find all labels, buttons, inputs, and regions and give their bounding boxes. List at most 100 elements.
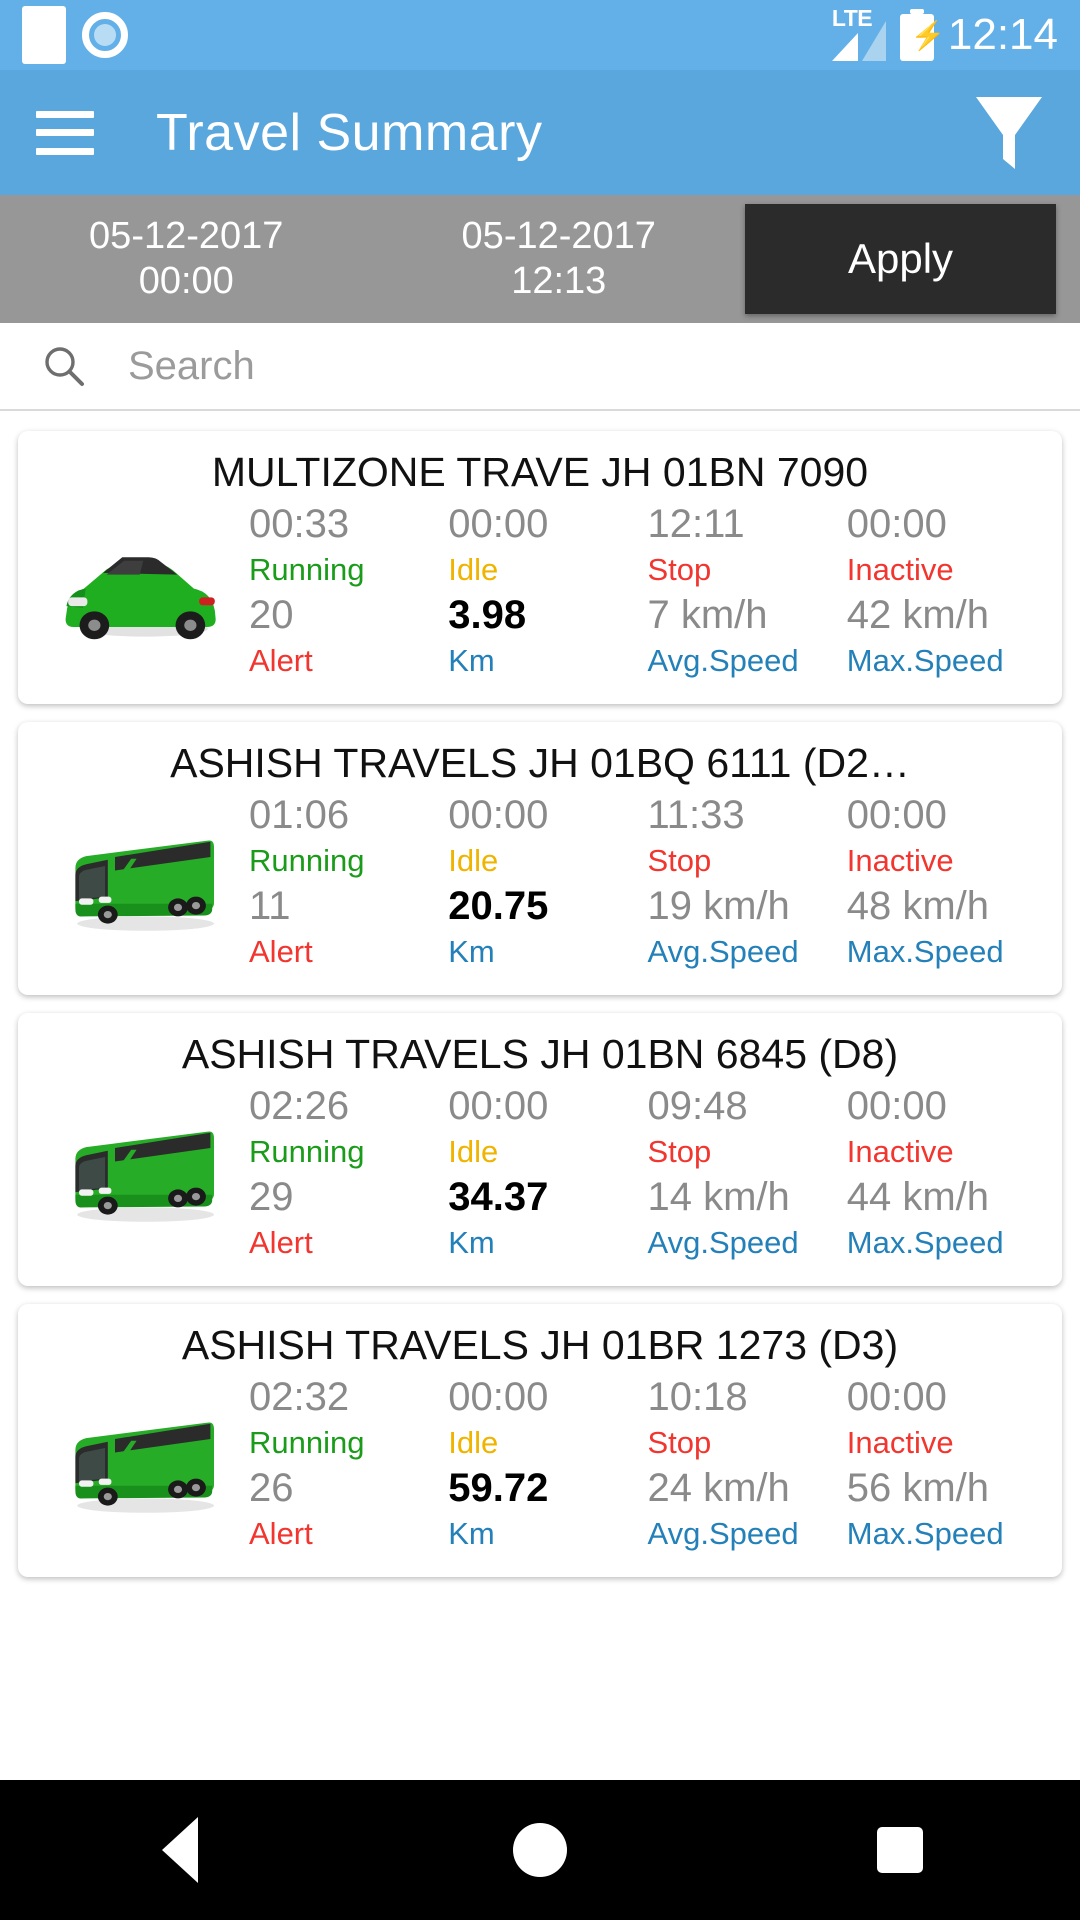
stat-alert-value: 26 — [249, 1466, 294, 1510]
stat-km-value: 34.37 — [448, 1175, 549, 1219]
stat-max-speed-value: 42 km/h — [846, 593, 990, 637]
to-date-picker[interactable]: 05-12-2017 12:13 — [373, 195, 746, 323]
status-bar: LTE ⚡ 12:14 — [0, 0, 1080, 70]
stat-inactive: 00:00 Inactive — [847, 1084, 1046, 1175]
stat-idle-value: 00:00 — [448, 792, 549, 837]
stat-running-label: Running — [249, 1133, 365, 1169]
stat-row-time: 02:26 Running 00:00 Idle 09:48 Stop 00:00 Inact… — [249, 1084, 1046, 1175]
search-input[interactable] — [128, 343, 1038, 389]
stat-inactive: 00:00 Inactive — [847, 502, 1046, 593]
stat-running-value: 02:32 — [249, 1374, 350, 1419]
stat-km-label: Km — [448, 1224, 495, 1260]
vehicle-title: MULTIZONE TRAVE JH 01BN 7090 — [211, 449, 869, 495]
stat-km: 34.37 Km — [448, 1175, 647, 1266]
stat-idle-value: 00:00 — [448, 1374, 549, 1419]
back-triangle-icon[interactable] — [105, 1780, 255, 1920]
vehicle-card[interactable]: ASHISH TRAVELS JH 01BN 6845 (D8) 02:26 Run… — [18, 1013, 1062, 1286]
stat-idle-label: Idle — [448, 842, 499, 878]
stat-avg-speed: 14 km/h Avg.Speed — [648, 1175, 847, 1266]
stat-idle-value: 00:00 — [448, 501, 549, 546]
stat-stop-value: 11:33 — [647, 792, 745, 837]
stat-km: 3.98 Km — [448, 593, 647, 684]
stat-stop-label: Stop — [647, 1133, 712, 1169]
stat-inactive: 00:00 Inactive — [847, 1375, 1046, 1466]
stat-running-label: Running — [249, 842, 365, 878]
stat-stop: 09:48 Stop — [648, 1084, 847, 1175]
stat-avg-speed: 7 km/h Avg.Speed — [648, 593, 847, 684]
stat-avg-speed-label: Avg.Speed — [647, 642, 799, 678]
search-bar — [0, 323, 1080, 411]
app-bar: Travel Summary — [0, 70, 1080, 195]
stat-inactive-label: Inactive — [846, 1424, 954, 1460]
stat-idle: 00:00 Idle — [448, 1084, 647, 1175]
apply-button[interactable]: Apply — [745, 204, 1056, 314]
vehicle-card-body: 00:33 Running 00:00 Idle 12:11 Stop 00:00 Inact… — [34, 498, 1046, 688]
stat-alert: 20 Alert — [249, 593, 448, 684]
stat-row-metrics: 26 Alert 59.72 Km 24 km/h Avg.Speed 56 km/h Max… — [249, 1466, 1046, 1557]
stat-avg-speed-value: 19 km/h — [647, 884, 790, 928]
stat-running: 02:32 Running — [249, 1375, 448, 1466]
search-icon — [45, 347, 84, 386]
stat-max-speed-value: 48 km/h — [846, 884, 990, 928]
stat-alert: 29 Alert — [249, 1175, 448, 1266]
stat-stop: 11:33 Stop — [648, 793, 847, 884]
stat-idle: 00:00 Idle — [448, 1375, 647, 1466]
stat-stop-value: 12:11 — [647, 501, 745, 546]
stat-max-speed-label: Max.Speed — [846, 642, 1004, 678]
stat-stop-label: Stop — [647, 551, 712, 587]
vehicle-stats: 02:26 Running 00:00 Idle 09:48 Stop 00:00 Inact… — [249, 1084, 1046, 1267]
stat-avg-speed-value: 24 km/h — [647, 1466, 790, 1510]
vehicle-stats: 01:06 Running 00:00 Idle 11:33 Stop 00:00 Inact… — [249, 793, 1046, 976]
from-time-value: 00:00 — [138, 260, 234, 302]
stat-inactive-value: 00:00 — [846, 1374, 947, 1419]
stat-max-speed: 56 km/h Max.Speed — [847, 1466, 1046, 1557]
stat-row-time: 02:32 Running 00:00 Idle 10:18 Stop 00:00 Inact… — [249, 1375, 1046, 1466]
status-bar-right-icons: LTE ⚡ 12:14 — [831, 7, 1058, 61]
hamburger-menu-icon[interactable] — [36, 110, 94, 155]
record-circle-icon — [82, 12, 128, 58]
stat-running-label: Running — [249, 551, 365, 587]
vehicle-card[interactable]: MULTIZONE TRAVE JH 01BN 7090 00:33 Running… — [18, 431, 1062, 704]
filter-funnel-icon[interactable] — [974, 95, 1044, 171]
stat-km-label: Km — [448, 642, 495, 678]
stat-alert: 26 Alert — [249, 1466, 448, 1557]
vehicle-card-body: 02:26 Running 00:00 Idle 09:48 Stop 00:00 Inact… — [34, 1080, 1046, 1270]
stat-km-label: Km — [448, 933, 495, 969]
green-bus-icon — [34, 1371, 249, 1561]
stat-avg-speed-label: Avg.Speed — [647, 1515, 799, 1551]
stat-max-speed-value: 56 km/h — [846, 1466, 990, 1510]
vehicle-list[interactable]: MULTIZONE TRAVE JH 01BN 7090 00:33 Running… — [0, 411, 1080, 1780]
stat-alert-label: Alert — [249, 1224, 313, 1260]
home-circle-icon[interactable] — [465, 1780, 615, 1920]
stat-idle-label: Idle — [448, 551, 499, 587]
vehicle-card[interactable]: ASHISH TRAVELS JH 01BQ 6111 (D2… 01:06 Run… — [18, 722, 1062, 995]
stat-max-speed-label: Max.Speed — [846, 1224, 1004, 1260]
stat-km-value: 3.98 — [448, 593, 527, 637]
stat-alert-value: 29 — [249, 1175, 294, 1219]
from-date-picker[interactable]: 05-12-2017 00:00 — [0, 195, 373, 323]
white-square-icon — [22, 6, 66, 64]
stat-avg-speed-value: 7 km/h — [647, 593, 768, 637]
stat-row-metrics: 29 Alert 34.37 Km 14 km/h Avg.Speed 44 km/h Max… — [249, 1175, 1046, 1266]
lte-signal-icon: LTE — [831, 7, 886, 61]
vehicle-card[interactable]: ASHISH TRAVELS JH 01BR 1273 (D3) 02:32 Run… — [18, 1304, 1062, 1577]
stat-km-label: Km — [448, 1515, 495, 1551]
stat-idle-label: Idle — [448, 1133, 499, 1169]
stat-running-value: 00:33 — [249, 501, 350, 546]
stat-max-speed: 48 km/h Max.Speed — [847, 884, 1046, 975]
stat-inactive-value: 00:00 — [846, 792, 947, 837]
from-date-value: 05-12-2017 — [89, 215, 284, 258]
stat-row-time: 00:33 Running 00:00 Idle 12:11 Stop 00:00 Inact… — [249, 502, 1046, 593]
stat-inactive-value: 00:00 — [846, 1083, 947, 1128]
stat-running-value: 01:06 — [249, 792, 350, 837]
stat-avg-speed-value: 14 km/h — [647, 1175, 790, 1219]
stat-running-label: Running — [249, 1424, 365, 1460]
stat-max-speed-label: Max.Speed — [846, 1515, 1004, 1551]
recents-square-icon[interactable] — [825, 1780, 975, 1920]
stat-idle: 00:00 Idle — [448, 502, 647, 593]
stat-avg-speed-label: Avg.Speed — [647, 933, 799, 969]
stat-alert-label: Alert — [249, 933, 313, 969]
apply-button-container: Apply — [745, 195, 1080, 323]
stat-stop-label: Stop — [647, 1424, 712, 1460]
stat-alert: 11 Alert — [249, 884, 448, 975]
